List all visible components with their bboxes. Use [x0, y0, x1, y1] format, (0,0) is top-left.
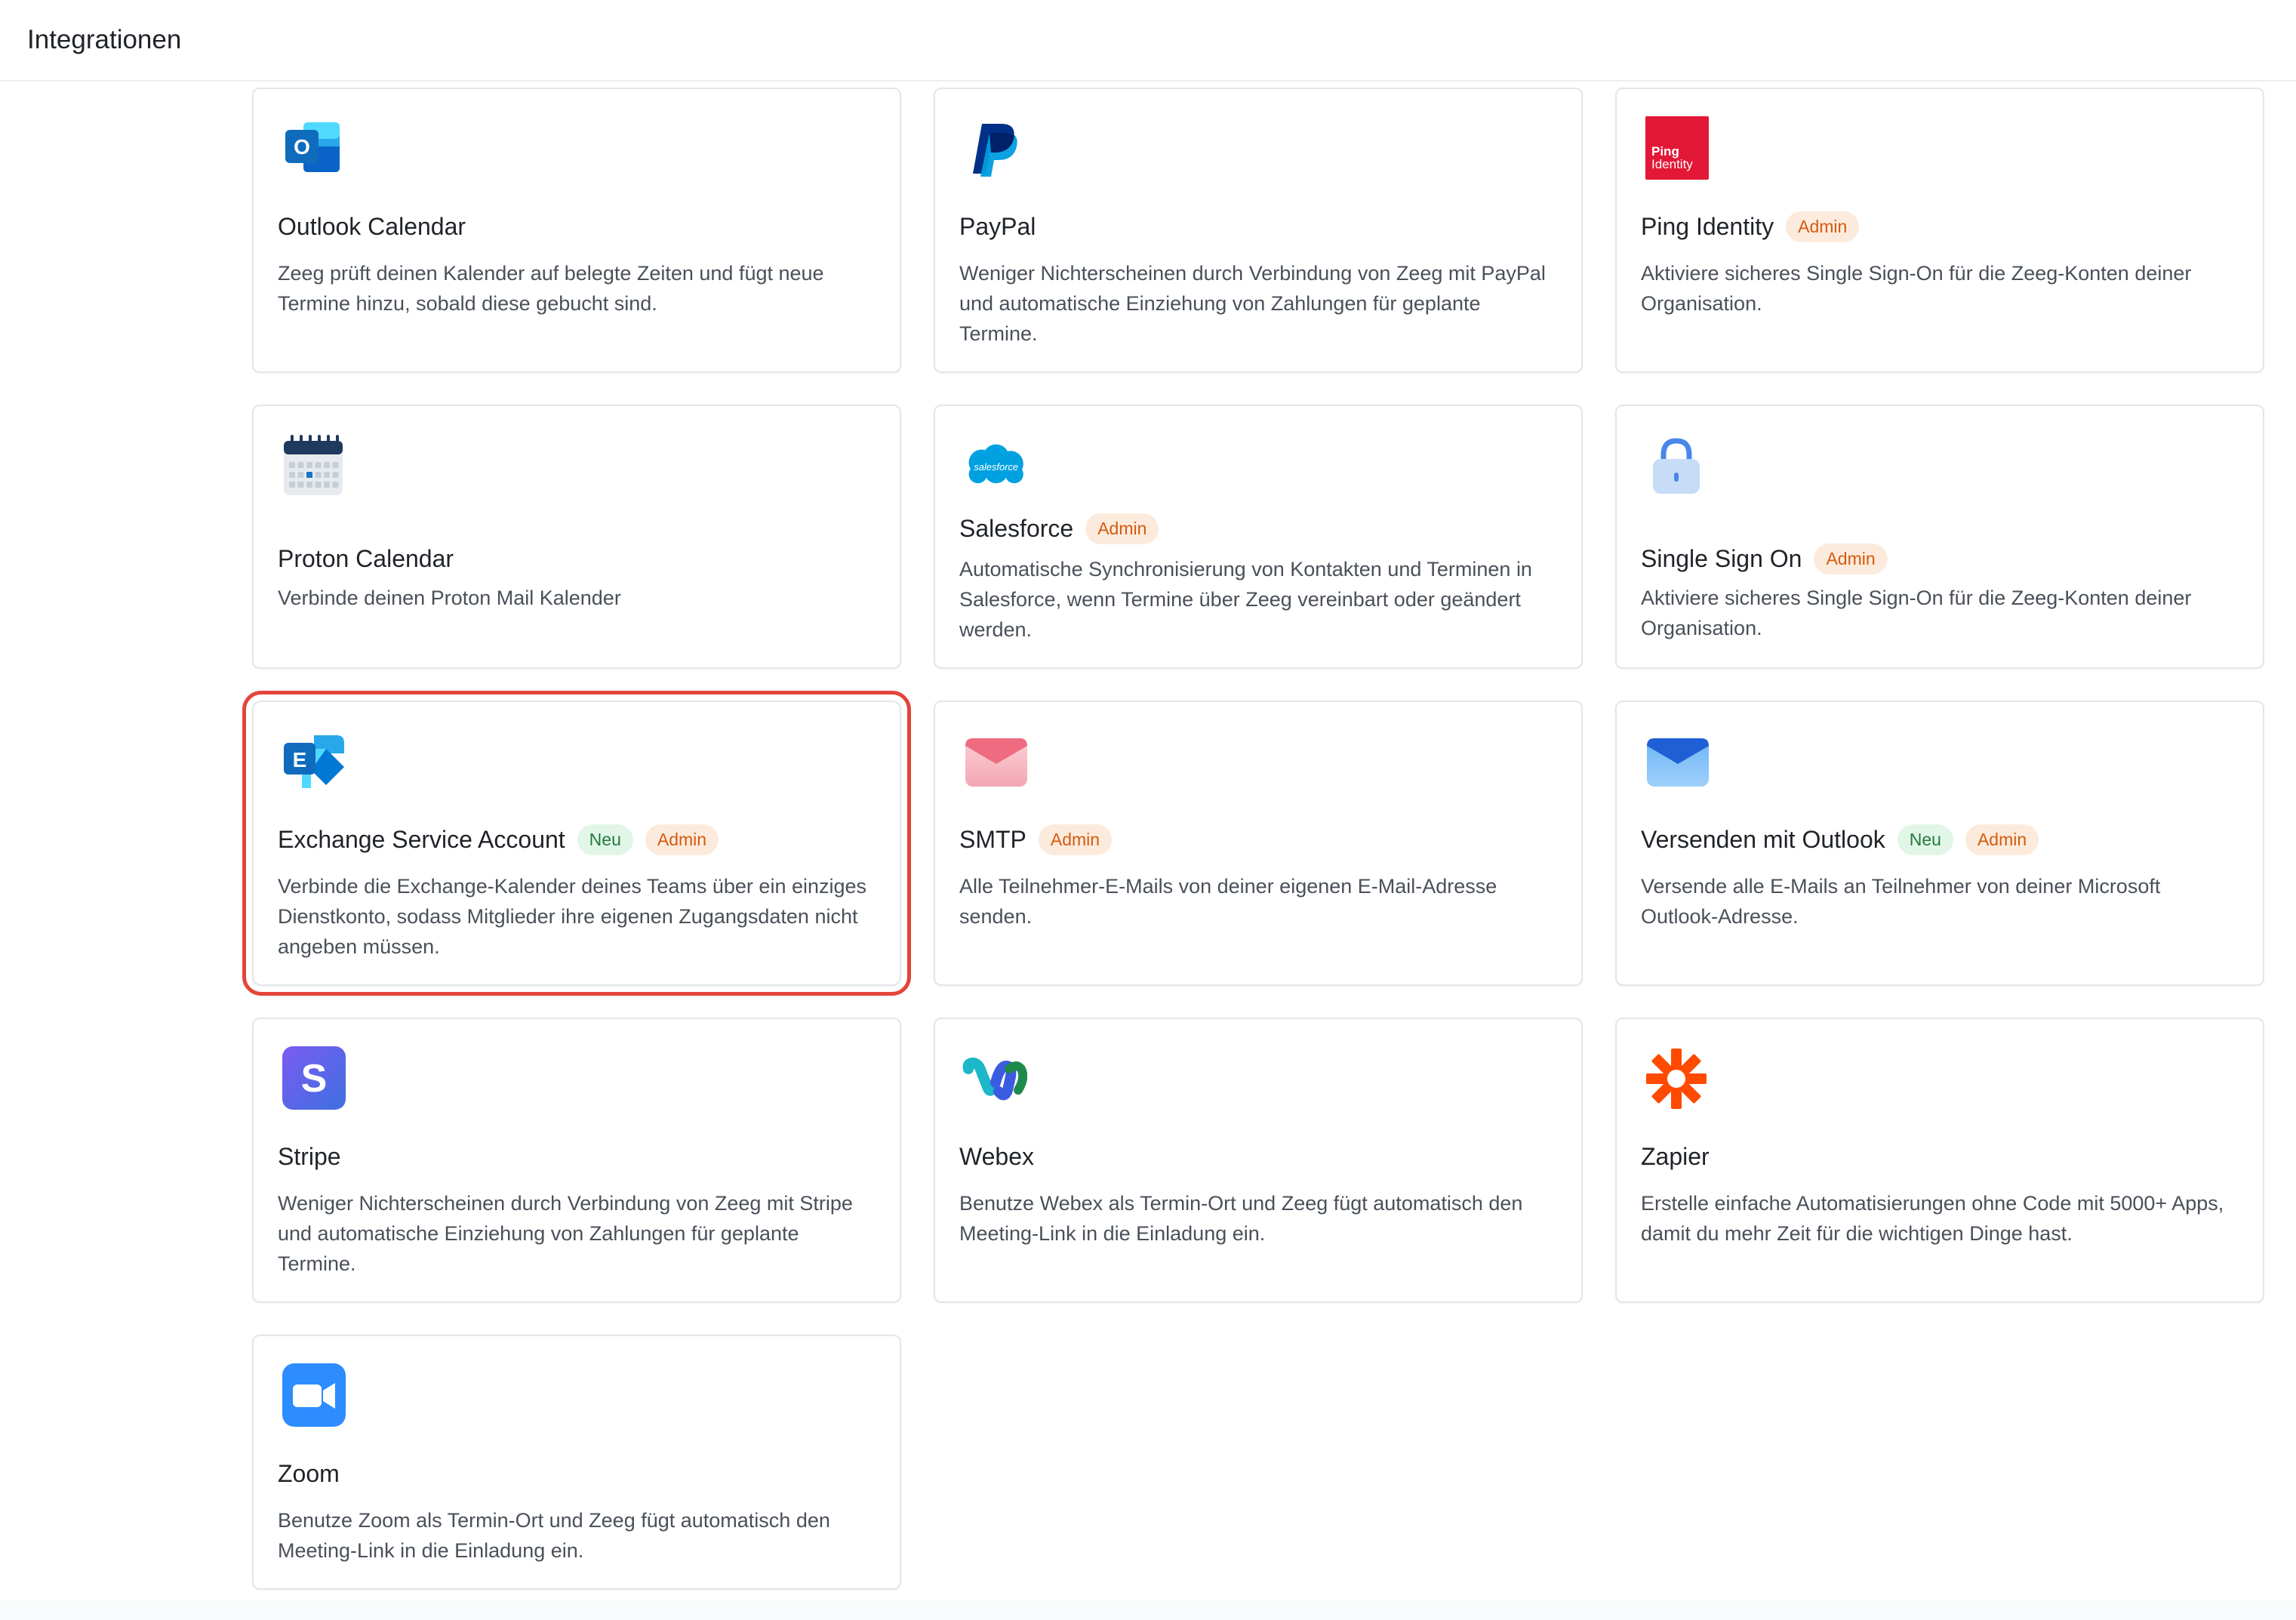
integration-card-proton-calendar[interactable]: Proton Calendar Verbinde deinen Proton Ma…: [252, 405, 901, 669]
integration-title: Zoom: [278, 1460, 340, 1487]
admin-badge: Admin: [1814, 543, 1888, 574]
integration-card-webex[interactable]: Webex Benutze Webex als Termin-Ort und Ze…: [934, 1018, 1583, 1303]
svg-text:S: S: [301, 1057, 328, 1101]
exchange-icon: E: [281, 729, 346, 794]
integration-title-row: Zoom: [278, 1457, 877, 1490]
svg-text:salesforce: salesforce: [974, 461, 1018, 473]
page-header: Integrationen: [0, 0, 2296, 82]
integration-title-row: Salesforce Admin: [959, 512, 1559, 545]
integration-card-salesforce[interactable]: salesforce Salesforce Admin Automatische Sy…: [934, 405, 1583, 669]
admin-badge: Admin: [1085, 513, 1159, 544]
integration-description: Aktiviere sicheres Single Sign-On für di…: [1641, 262, 2192, 315]
outlook-icon: O: [281, 116, 346, 181]
integration-title-row: Stripe: [278, 1140, 877, 1173]
integration-title-row: Webex: [959, 1140, 1559, 1173]
integration-card-zapier[interactable]: Zapier Erstelle einfache Automatisierunge…: [1615, 1018, 2264, 1303]
salesforce-icon: salesforce: [962, 433, 1027, 498]
integration-card-smtp[interactable]: SMTP Admin Alle Teilnehmer-E-Mails von dei…: [934, 701, 1583, 986]
admin-badge: Admin: [645, 824, 719, 855]
envelope-blue-icon: [1644, 729, 1709, 794]
integration-description: Weniger Nichterscheinen durch Verbindung…: [959, 262, 1546, 345]
integration-card-ping-identity[interactable]: Ping Identity Ping Identity Admin Aktiviere …: [1615, 88, 2264, 373]
integration-description: Alle Teilnehmer-E-Mails von deiner eigen…: [959, 875, 1497, 928]
admin-badge: Admin: [1038, 824, 1113, 855]
integration-description: Verbinde die Exchange-Kalender deines Te…: [278, 875, 867, 958]
integration-title-row: Versenden mit Outlook Neu Admin: [1641, 823, 2240, 856]
integration-card-stripe[interactable]: S Stripe Weniger Nichterscheinen durch Ver…: [252, 1018, 901, 1303]
integration-description: Weniger Nichterscheinen durch Verbindung…: [278, 1192, 853, 1275]
integration-title-row: Zapier: [1641, 1140, 2240, 1173]
integration-card-exchange-service-account[interactable]: E Exchange Service Account Neu Admin Verbind…: [242, 691, 911, 996]
svg-text:E: E: [293, 748, 307, 772]
integration-description: Erstelle einfache Automatisierungen ohne…: [1641, 1192, 2224, 1245]
integration-description: Verbinde deinen Proton Mail Kalender: [278, 587, 621, 609]
integration-title-row: Exchange Service Account Neu Admin: [278, 823, 877, 856]
integration-description: Zeeg prüft deinen Kalender auf belegte Z…: [278, 262, 824, 315]
new-badge: Neu: [1897, 824, 1953, 855]
integration-card-paypal[interactable]: PayPal Weniger Nichterscheinen durch Verb…: [934, 88, 1583, 373]
zoom-icon: [281, 1363, 346, 1428]
integration-title: Single Sign On: [1641, 545, 1802, 572]
integration-card-versenden-mit-outlook[interactable]: Versenden mit Outlook Neu Admin Versende al…: [1615, 701, 2264, 986]
integration-description: Benutze Zoom als Termin-Ort und Zeeg füg…: [278, 1509, 830, 1562]
integration-title-row: SMTP Admin: [959, 823, 1559, 856]
integration-title: Outlook Calendar: [278, 213, 466, 240]
page-footer-edge: [0, 1600, 2296, 1620]
webex-icon: [962, 1046, 1027, 1111]
integration-card-single-sign-on[interactable]: Single Sign On Admin Aktiviere sicheres Si…: [1615, 405, 2264, 669]
stripe-icon: S: [281, 1046, 346, 1111]
svg-text:Identity: Identity: [1651, 157, 1693, 171]
integration-title: Zapier: [1641, 1143, 1710, 1170]
page-title: Integrationen: [27, 25, 182, 54]
integration-description: Aktiviere sicheres Single Sign-On für di…: [1641, 587, 2192, 639]
paypal-icon: [962, 116, 1027, 181]
svg-text:O: O: [294, 135, 310, 159]
integration-title: Proton Calendar: [278, 545, 454, 572]
integration-description: Benutze Webex als Termin-Ort und Zeeg fü…: [959, 1192, 1523, 1245]
integration-title-row: Single Sign On Admin: [1641, 542, 2240, 575]
integration-title-row: Outlook Calendar: [278, 210, 877, 243]
integration-title: Ping Identity: [1641, 213, 1774, 240]
integration-title-row: Proton Calendar: [278, 542, 877, 575]
integration-description: Versende alle E-Mails an Teilnehmer von …: [1641, 875, 2161, 928]
envelope-pink-icon: [962, 729, 1027, 794]
integration-title: SMTP: [959, 826, 1026, 853]
integration-title-row: Ping Identity Admin: [1641, 210, 2240, 243]
integration-card-outlook-calendar[interactable]: O Outlook Calendar Zeeg prüft deinen Kalen…: [252, 88, 901, 373]
admin-badge: Admin: [1786, 211, 1860, 242]
integration-title-row: PayPal: [959, 210, 1559, 243]
integration-title: PayPal: [959, 213, 1036, 240]
integration-description: Automatische Synchronisierung von Kontak…: [959, 558, 1532, 641]
integration-title: Webex: [959, 1143, 1035, 1170]
zapier-icon: [1644, 1046, 1709, 1111]
integration-title: Salesforce: [959, 515, 1074, 542]
new-badge: Neu: [577, 824, 633, 855]
calendar-icon: [281, 433, 346, 498]
lock-icon: [1644, 433, 1709, 498]
integration-card-zoom[interactable]: Zoom Benutze Zoom als Termin-Ort und Zeeg…: [252, 1335, 901, 1590]
integration-title: Stripe: [278, 1143, 341, 1170]
ping-identity-icon: Ping Identity: [1644, 116, 1709, 181]
integration-title: Versenden mit Outlook: [1641, 826, 1885, 853]
integration-title: Exchange Service Account: [278, 826, 565, 853]
admin-badge: Admin: [1965, 824, 2039, 855]
